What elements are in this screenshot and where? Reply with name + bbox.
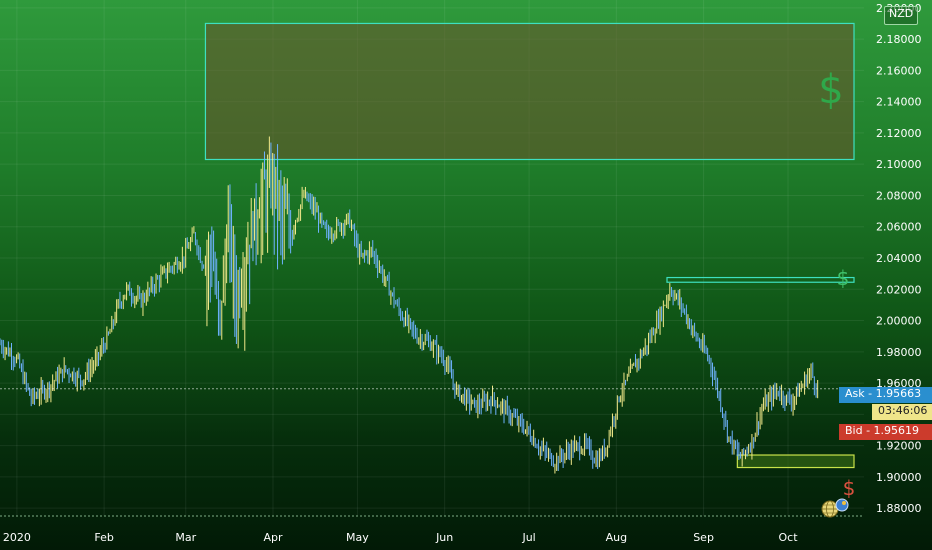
price-tick-label: 2.00000 — [876, 315, 922, 328]
price-tick-label: 2.02000 — [876, 283, 922, 296]
globe-icon[interactable] — [821, 500, 839, 518]
time-tick-label: Jul — [521, 531, 535, 544]
price-tick-label: 2.18000 — [876, 33, 922, 46]
time-axis[interactable]: 2020 Feb Mar Apr May Jun Jul Aug Sep Oct — [3, 531, 798, 544]
time-tick-label: Apr — [263, 531, 283, 544]
price-tick-label: 2.14000 — [876, 96, 922, 109]
dollar-sign-icon: $ — [843, 476, 856, 500]
time-tick-label: Feb — [94, 531, 113, 544]
price-chart[interactable]: 1.880001.900001.920001.940001.960001.980… — [0, 0, 932, 550]
time-tick-label: Sep — [693, 531, 714, 544]
price-tick-label: 1.92000 — [876, 440, 922, 453]
time-tick-label: Aug — [606, 531, 627, 544]
bid-price-label: Bid - 1.95619 — [839, 424, 932, 440]
time-tick-label: Oct — [778, 531, 798, 544]
resistance-zone[interactable] — [666, 276, 855, 283]
price-tick-label: 2.08000 — [876, 189, 922, 202]
demand-zone[interactable] — [736, 454, 855, 469]
candle-series — [0, 136, 819, 474]
dollar-sign-icon: $ — [818, 67, 843, 113]
countdown-timer: 03:46:06 — [872, 404, 932, 420]
price-tick-label: 1.98000 — [876, 346, 922, 359]
supply-zone[interactable] — [204, 22, 855, 161]
dollar-sign-icon: $ — [837, 266, 850, 290]
price-tick-label: 1.88000 — [876, 502, 922, 515]
price-tick-label: 2.16000 — [876, 64, 922, 77]
price-tick-label: 2.06000 — [876, 221, 922, 234]
currency-badge[interactable]: NZD — [884, 6, 919, 25]
price-tick-label: 2.10000 — [876, 158, 922, 171]
price-tick-label: 1.90000 — [876, 471, 922, 484]
zones[interactable] — [204, 22, 855, 469]
ask-price-label: Ask - 1.95663 — [839, 387, 932, 403]
price-tick-label: 2.04000 — [876, 252, 922, 265]
time-tick-label: May — [346, 531, 369, 544]
time-tick-label: 2020 — [3, 531, 31, 544]
time-tick-label: Jun — [435, 531, 453, 544]
time-tick-label: Mar — [175, 531, 196, 544]
events-icon[interactable] — [835, 498, 849, 512]
price-tick-label: 2.12000 — [876, 127, 922, 140]
